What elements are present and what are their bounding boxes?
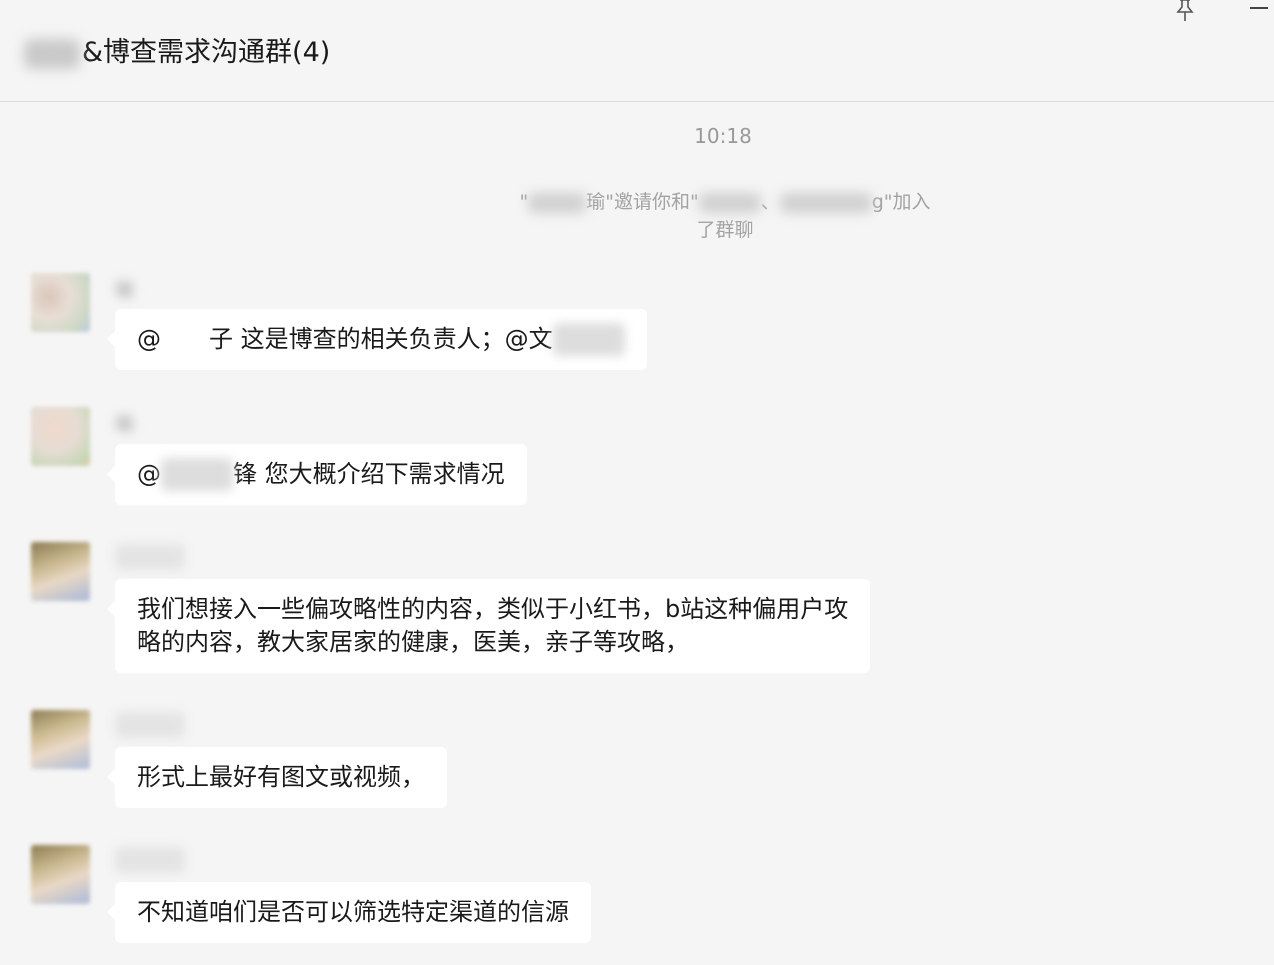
- message-bubble[interactable]: @ 子 这是博查的相关负责人；@文: [107, 309, 647, 370]
- sender-name[interactable]: [115, 847, 185, 873]
- bubble-tail: [107, 769, 115, 785]
- blurred-name: [528, 192, 587, 213]
- blurred-group-prefix: [24, 38, 80, 69]
- blurred-mention: [161, 323, 209, 356]
- blurred-mention: [552, 323, 625, 356]
- avatar[interactable]: [31, 407, 90, 466]
- message-line: 我们想接入一些偏攻略性的内容，类似于小红书，b站这种偏用户攻: [137, 595, 849, 623]
- avatar[interactable]: [31, 542, 90, 601]
- bubble-tail: [107, 904, 115, 920]
- sender-name[interactable]: 瑜: [115, 275, 185, 301]
- message-bubble[interactable]: 不知道咱们是否可以筛选特定渠道的信源: [107, 882, 591, 943]
- bubble-tail: [107, 466, 115, 482]
- system-notice-line2: 了群聊: [696, 219, 754, 241]
- blurred-name: [779, 192, 872, 213]
- avatar[interactable]: [31, 273, 90, 332]
- blurred-mention: [161, 458, 233, 491]
- pin-icon[interactable]: [1174, 0, 1196, 22]
- system-notice-line1: " 瑜"邀请你和"、 g"加入: [519, 191, 931, 213]
- sender-name[interactable]: [115, 712, 185, 738]
- avatar[interactable]: [31, 845, 90, 904]
- bubble-tail: [107, 601, 115, 617]
- message-line: 略的内容，教大家居家的健康，医美，亲子等攻略，: [137, 628, 689, 656]
- message-timestamp: 10:18: [694, 124, 752, 148]
- chat-title[interactable]: &博查需求沟通群(4): [24, 33, 330, 73]
- message-bubble[interactable]: 我们想接入一些偏攻略性的内容，类似于小红书，b站这种偏用户攻 略的内容，教大家居…: [107, 579, 871, 673]
- chat-title-text: &博查需求沟通群(4): [82, 37, 331, 68]
- message-bubble[interactable]: @ 锋 您大概介绍下需求情况: [107, 444, 527, 505]
- minimize-icon[interactable]: [1250, 7, 1268, 9]
- chat-window: &博查需求沟通群(4) 10:18 " 瑜"邀请你和"、 g"加入 了群聊 瑜 @ …: [0, 0, 1274, 965]
- sender-name[interactable]: 瑜: [115, 409, 185, 435]
- chat-header: &博查需求沟通群(4): [0, 0, 1274, 102]
- bubble-tail: [107, 331, 115, 347]
- avatar[interactable]: [31, 710, 90, 769]
- sender-name[interactable]: [115, 544, 185, 570]
- blurred-name: [698, 192, 761, 213]
- message-bubble[interactable]: 形式上最好有图文或视频，: [107, 747, 447, 808]
- system-notice: " 瑜"邀请你和"、 g"加入 了群聊: [510, 188, 940, 244]
